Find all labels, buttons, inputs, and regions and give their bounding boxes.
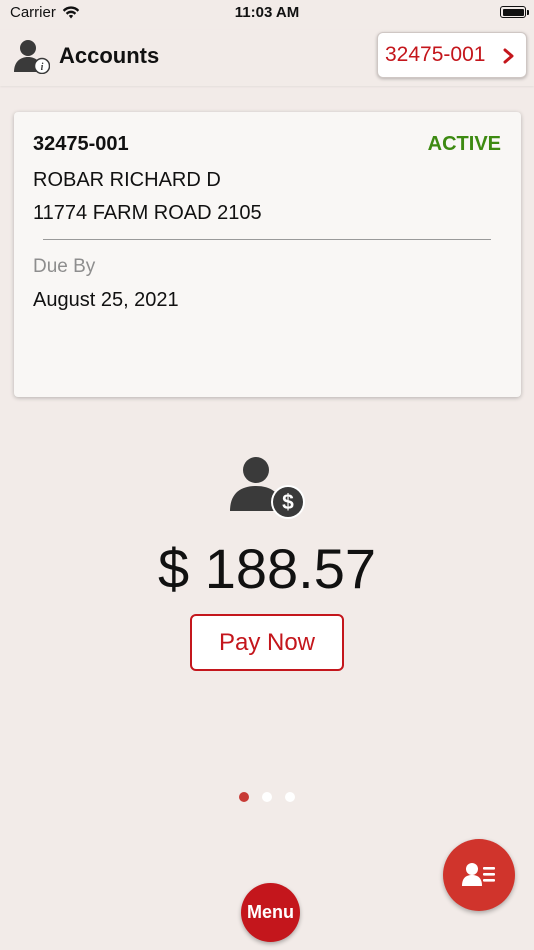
chevron-right-icon	[503, 48, 514, 64]
account-info-icon: i	[14, 40, 50, 74]
menu-button[interactable]: Menu	[241, 883, 300, 942]
user-dollar-icon: $	[230, 457, 305, 519]
due-by-label: Due By	[33, 256, 96, 277]
status-time: 11:03 AM	[234, 4, 300, 21]
account-selector-label: 32475-001	[385, 43, 486, 66]
battery-icon	[500, 6, 526, 18]
page-title: Accounts	[59, 43, 160, 68]
account-holder-name: ROBAR RICHARD D	[33, 169, 221, 191]
account-address: 11774 FARM ROAD 2105	[33, 202, 262, 224]
page-dot[interactable]	[262, 792, 272, 802]
account-status-badge: ACTIVE	[427, 133, 501, 155]
status-bar: Carrier 11:03 AM	[0, 0, 534, 30]
account-number: 32475-001	[33, 133, 129, 155]
battery-level	[502, 8, 524, 16]
card-divider	[43, 239, 491, 240]
account-selector-button[interactable]: 32475-001	[377, 32, 527, 78]
account-card[interactable]: 32475-001 ACTIVE ROBAR RICHARD D 11774 F…	[14, 112, 521, 397]
pay-now-button[interactable]: Pay Now	[190, 614, 344, 671]
battery-tip	[527, 10, 529, 15]
page-dot[interactable]	[285, 792, 295, 802]
due-date: August 25, 2021	[33, 289, 179, 311]
svg-text:$: $	[282, 491, 294, 514]
balance-amount: $ 188.57	[158, 537, 376, 600]
page-indicator[interactable]	[239, 792, 295, 802]
page-dot-active[interactable]	[239, 792, 249, 802]
contact-fab-button[interactable]	[443, 839, 515, 911]
svg-text:i: i	[41, 62, 44, 73]
contact-card-icon	[462, 863, 495, 886]
app-header: i Accounts 32475-001	[0, 30, 534, 86]
